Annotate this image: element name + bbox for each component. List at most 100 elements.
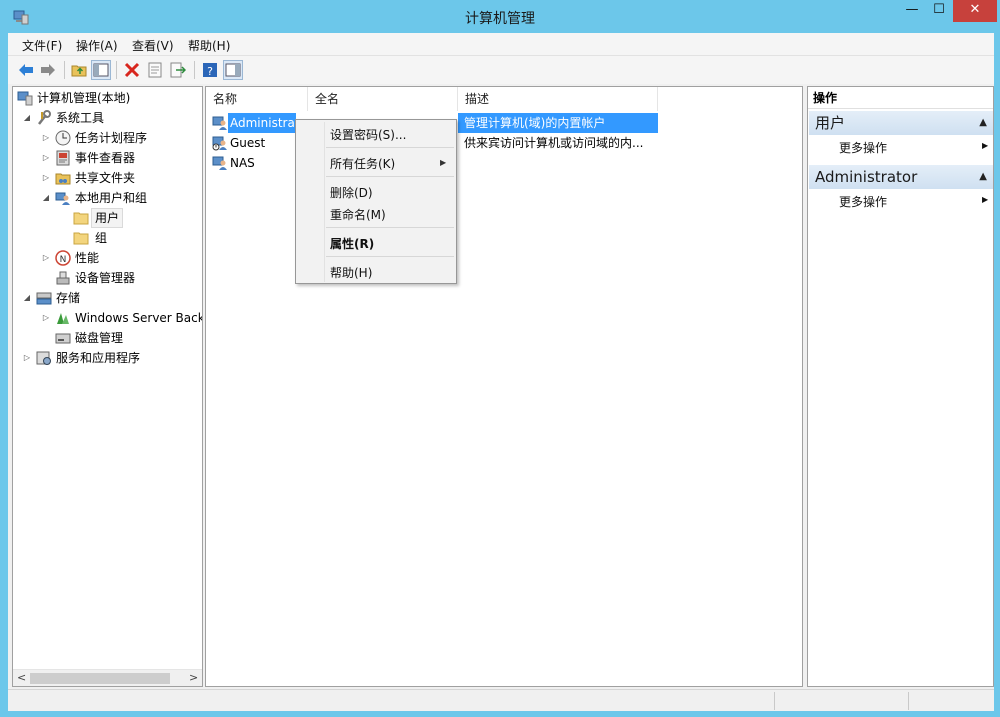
more-actions-administrator[interactable]: 更多操作	[839, 193, 887, 210]
tree-item-system-tools[interactable]: ◢ 系统工具	[13, 108, 202, 128]
submenu-arrow-icon: ▶	[440, 158, 447, 167]
user-icon	[212, 116, 227, 130]
menu-item-rename[interactable]: 重命名(M)	[330, 206, 386, 223]
tree-horizontal-scrollbar[interactable]: < >	[13, 669, 202, 686]
tree-item-computer-management[interactable]: 计算机管理(本地)	[13, 88, 202, 108]
menu-item-help[interactable]: 帮助(H)	[330, 264, 372, 281]
tree-item-services-apps[interactable]: ▷ 服务和应用程序	[13, 348, 202, 368]
menu-action[interactable]: 操作(A)	[76, 37, 118, 54]
menu-view[interactable]: 查看(V)	[132, 37, 174, 54]
export-icon[interactable]	[168, 60, 188, 80]
maximize-button[interactable]: ☐	[926, 0, 952, 22]
column-header-name[interactable]: 名称	[206, 87, 308, 111]
expand-arrow-icon[interactable]: ▷	[22, 348, 32, 368]
actions-title: 操作	[808, 87, 993, 109]
actions-section-users[interactable]: 用户 ▲	[809, 111, 993, 135]
more-actions-users[interactable]: 更多操作	[839, 139, 887, 156]
submenu-arrow-icon: ▶	[982, 141, 989, 150]
tree-item-groups[interactable]: 组	[13, 228, 202, 248]
collapse-arrow-icon[interactable]: ◢	[41, 188, 51, 208]
column-header-description[interactable]: 描述	[458, 87, 658, 111]
tree-item-label: 任务计划程序	[75, 131, 148, 145]
menu-bar: 文件(F) 操作(A) 查看(V) 帮助(H)	[8, 33, 994, 55]
collapse-arrow-icon[interactable]: ◢	[22, 288, 32, 308]
context-menu: 设置密码(S)... 所有任务(K) ▶ 删除(D) 重命名(M) 属性(R) …	[295, 119, 457, 284]
tree-item-users[interactable]: 用户	[13, 208, 202, 228]
disk-icon	[55, 333, 71, 344]
tree-item-label: 系统工具	[56, 111, 105, 125]
storage-icon	[36, 292, 52, 305]
toolbar: ?	[8, 55, 994, 84]
status-segment	[908, 692, 909, 710]
event-viewer-icon	[56, 150, 70, 166]
show-hide-tree-icon[interactable]	[91, 60, 111, 80]
folder-icon	[73, 212, 89, 225]
scroll-left-icon[interactable]: <	[17, 671, 26, 684]
tree-item-label: 用户	[91, 208, 124, 228]
toolbar-separator	[194, 61, 195, 79]
title-bar[interactable]: 计算机管理 — ☐ ✕	[0, 0, 1000, 33]
menu-item-all-tasks[interactable]: 所有任务(K)	[330, 155, 395, 172]
svg-text:N: N	[60, 255, 67, 265]
actions-section-administrator[interactable]: Administrator ▲	[809, 165, 993, 189]
tree-item-label: 共享文件夹	[75, 171, 136, 185]
list-header: 名称 全名 描述	[206, 87, 802, 111]
status-bar	[8, 689, 994, 711]
collapse-arrow-icon[interactable]: ◢	[22, 108, 32, 128]
tree-item-label: 存储	[56, 291, 81, 305]
scroll-right-icon[interactable]: >	[189, 671, 198, 684]
menu-separator	[326, 227, 454, 228]
up-folder-icon[interactable]	[69, 60, 89, 80]
folder-icon	[73, 232, 89, 245]
show-hide-action-pane-icon[interactable]	[223, 60, 243, 80]
expand-arrow-icon[interactable]: ▷	[41, 128, 51, 148]
tree-item-task-scheduler[interactable]: ▷ 任务计划程序	[13, 128, 202, 148]
collapse-up-icon[interactable]: ▲	[979, 165, 987, 189]
expand-arrow-icon[interactable]: ▷	[41, 148, 51, 168]
expand-arrow-icon[interactable]: ▷	[41, 308, 51, 328]
tree-item-label: 磁盘管理	[75, 331, 124, 345]
expand-arrow-icon[interactable]: ▷	[41, 168, 51, 188]
menu-item-set-password[interactable]: 设置密码(S)...	[330, 126, 406, 143]
delete-icon[interactable]	[122, 60, 142, 80]
tree-item-event-viewer[interactable]: ▷ 事件查看器	[13, 148, 202, 168]
menu-gutter	[324, 122, 325, 282]
toolbar-separator	[116, 61, 117, 79]
menu-item-properties[interactable]: 属性(R)	[330, 235, 374, 252]
clock-icon	[55, 130, 71, 146]
tree-item-windows-server-backup[interactable]: ▷ Windows Server Back	[13, 308, 202, 328]
column-header-fullname[interactable]: 全名	[308, 87, 458, 111]
section-label: 用户	[815, 114, 846, 132]
minimize-button[interactable]: —	[899, 0, 925, 22]
menu-separator	[326, 176, 454, 177]
status-segment	[774, 692, 775, 710]
collapse-up-icon[interactable]: ▲	[979, 111, 987, 135]
close-button[interactable]: ✕	[953, 0, 997, 22]
tree-item-device-manager[interactable]: 设备管理器	[13, 268, 202, 288]
user-description: 管理计算机(域)的内置帐户	[458, 113, 658, 133]
tree-item-label: 事件查看器	[75, 151, 136, 165]
submenu-arrow-icon: ▶	[982, 195, 989, 204]
tree-item-label: 组	[95, 231, 108, 245]
scrollbar-thumb[interactable]	[30, 673, 170, 684]
tree-item-label: 性能	[75, 251, 100, 265]
help-icon[interactable]: ?	[200, 60, 220, 80]
tree-item-storage[interactable]: ◢ 存储	[13, 288, 202, 308]
properties-icon[interactable]	[145, 60, 165, 80]
tree-item-disk-management[interactable]: 磁盘管理	[13, 328, 202, 348]
menu-item-delete[interactable]: 删除(D)	[330, 184, 373, 201]
tree-item-local-users-groups[interactable]: ◢ 本地用户和组	[13, 188, 202, 208]
menu-file[interactable]: 文件(F)	[22, 37, 62, 54]
console-tree: 计算机管理(本地) ◢ 系统工具 ▷ 任务计划程序 ▷ 事件查看器 ▷ 共享文件…	[12, 86, 203, 687]
shared-folder-icon	[55, 173, 71, 185]
tree-item-label: 设备管理器	[75, 271, 136, 285]
user-name: Administrat	[228, 113, 296, 133]
forward-icon[interactable]	[38, 60, 58, 80]
expand-arrow-icon[interactable]: ▷	[41, 248, 51, 268]
backup-icon	[57, 313, 69, 324]
tree-item-shared-folders[interactable]: ▷ 共享文件夹	[13, 168, 202, 188]
back-icon[interactable]	[16, 60, 36, 80]
menu-help[interactable]: 帮助(H)	[188, 37, 230, 54]
device-manager-icon	[56, 271, 70, 285]
tree-item-performance[interactable]: ▷ N 性能	[13, 248, 202, 268]
